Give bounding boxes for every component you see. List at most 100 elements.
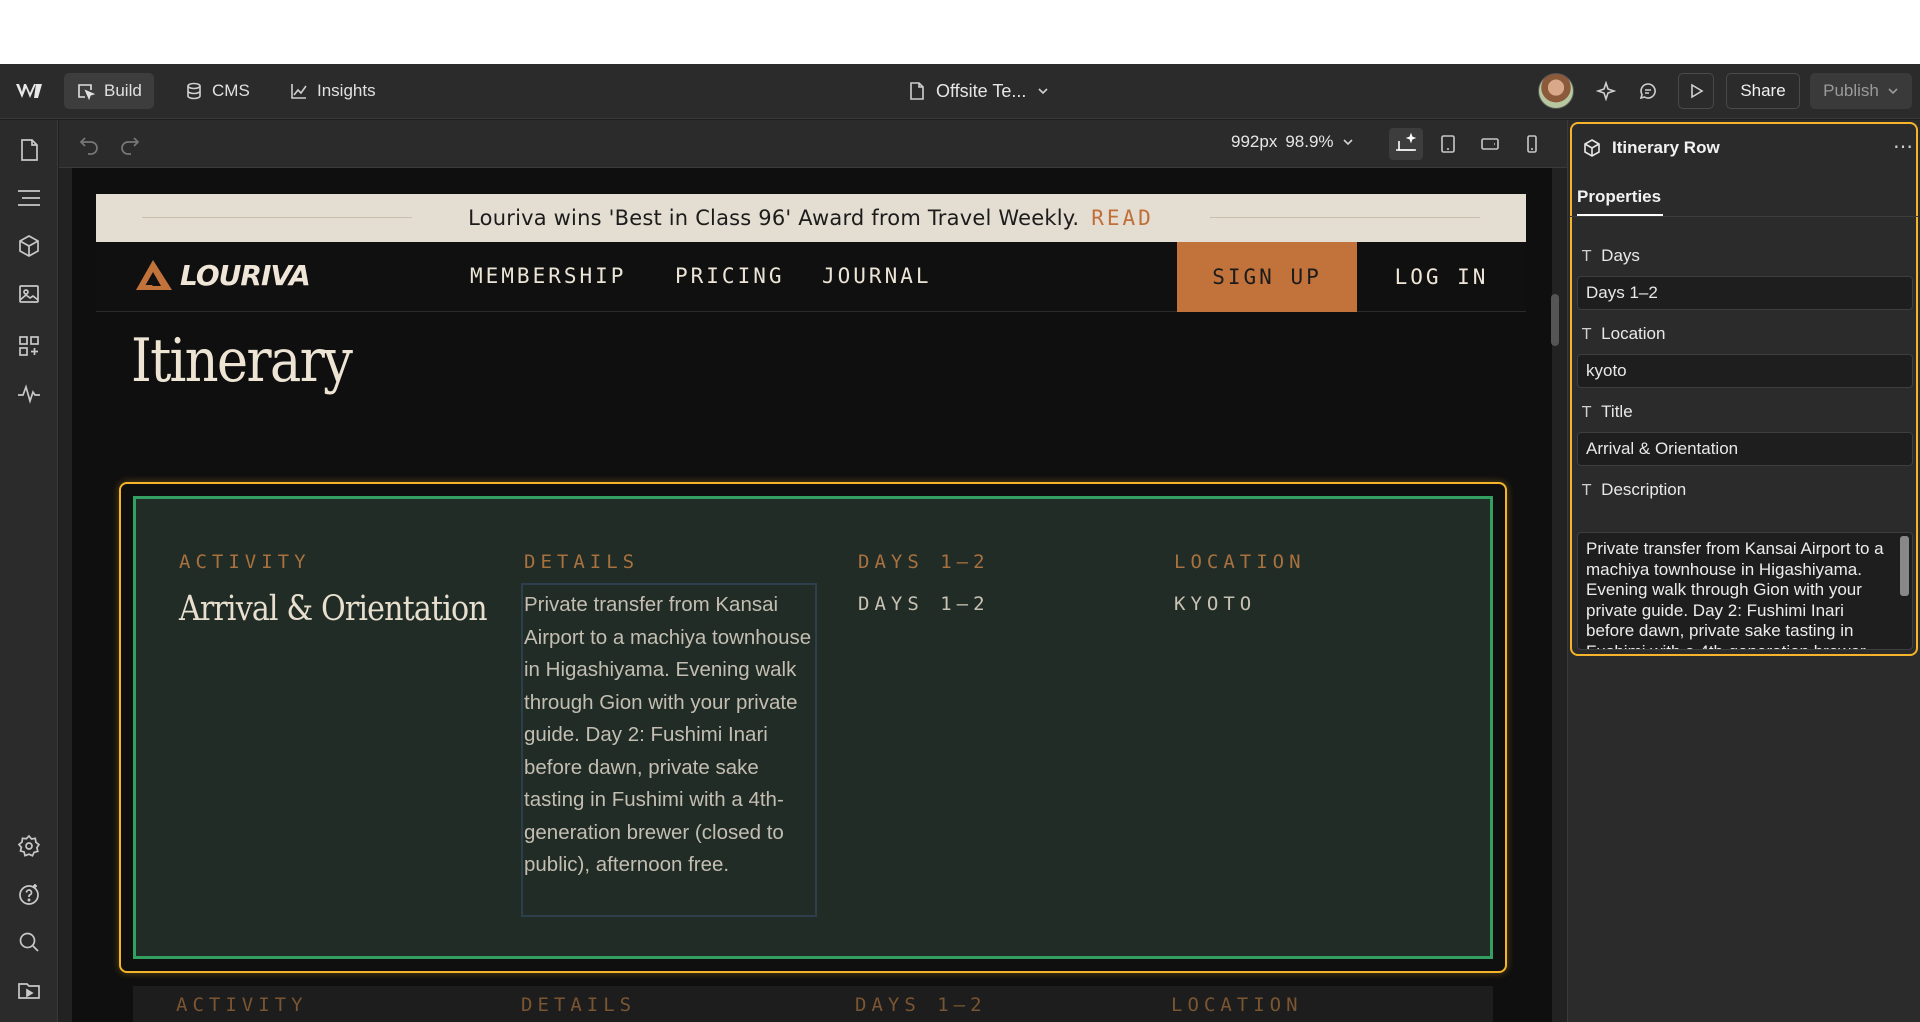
redo-icon[interactable] (118, 132, 142, 156)
tab-divider (1570, 216, 1918, 217)
canvas-size-readout[interactable]: 992px 98.9% (1231, 132, 1354, 152)
description-property-label: T Description (1582, 480, 1686, 500)
design-canvas[interactable]: Louriva wins 'Best in Class 96' Award fr… (59, 168, 1567, 1022)
breakpoint-desktop-button[interactable] (1389, 128, 1423, 160)
publish-button[interactable]: Publish (1810, 73, 1912, 109)
publish-label: Publish (1823, 81, 1879, 100)
details-description[interactable]: Private transfer from Kansai Airport to … (524, 589, 816, 882)
description-scrollbar[interactable] (1900, 536, 1909, 596)
ai-assistant-button[interactable] (1588, 73, 1624, 109)
user-avatar[interactable] (1538, 73, 1574, 109)
database-icon (187, 82, 201, 100)
announcement-rule-right (1210, 217, 1480, 218)
share-label: Share (1740, 81, 1786, 100)
page-heading[interactable]: Itinerary (131, 326, 353, 396)
text-type-icon: T (1582, 247, 1592, 265)
desktop-backdrop (0, 0, 1920, 64)
tab-cms[interactable]: CMS (172, 73, 262, 109)
canvas-width: 992px (1231, 132, 1278, 151)
brand-name: LOURIVA (180, 258, 311, 292)
component-header: Itinerary Row (1582, 138, 1720, 158)
title-label-text: Title (1601, 402, 1633, 421)
itinerary-row-next[interactable]: ACTIVITY DETAILS DAYS 1–2 LOCATION (133, 986, 1493, 1022)
desktop-star-icon (1396, 133, 1417, 151)
breakpoint-portrait-button[interactable] (1515, 128, 1549, 160)
signup-label: SIGN UP (1212, 265, 1322, 289)
text-type-icon: T (1582, 403, 1592, 421)
share-button[interactable]: Share (1726, 73, 1800, 109)
chart-line-icon (291, 84, 307, 99)
site-navbar: LOURIVA MEMBERSHIP PRICING JOURNAL SIGN … (96, 242, 1526, 312)
mobile-portrait-icon (1527, 135, 1537, 153)
video-tutorials-icon[interactable] (13, 974, 45, 1006)
announcement-text: Louriva wins 'Best in Class 96' Award fr… (468, 206, 1080, 230)
nav-membership[interactable]: MEMBERSHIP (470, 264, 626, 288)
tab-insights[interactable]: Insights (277, 73, 388, 109)
comments-button[interactable] (1630, 73, 1666, 109)
login-button[interactable]: LOG IN (1357, 242, 1526, 312)
text-type-icon: T (1582, 325, 1592, 343)
title-property-label: T Title (1582, 402, 1633, 422)
tab-properties[interactable]: Properties (1577, 187, 1661, 207)
apps-grid-icon[interactable] (13, 330, 45, 362)
location-property-label: T Location (1582, 324, 1665, 344)
properties-panel: Itinerary Row ⋯ Properties T Days Days 1… (1567, 120, 1920, 1022)
days-column-label: DAYS 1–2 (855, 994, 987, 1016)
days-label-text: Days (1601, 246, 1640, 265)
tab-build-label: Build (104, 81, 142, 100)
sparkle-icon (1596, 81, 1616, 101)
description-label-text: Description (1601, 480, 1687, 499)
days-field[interactable]: Days 1–2 (1577, 276, 1913, 310)
canvas-scrollbar[interactable] (1551, 294, 1559, 346)
mobile-landscape-icon (1481, 138, 1499, 150)
help-icon[interactable] (13, 878, 45, 910)
activity-column-label: ACTIVITY (179, 551, 311, 573)
assets-image-icon[interactable] (13, 278, 45, 310)
search-icon[interactable] (13, 926, 45, 958)
brand-logo[interactable]: LOURIVA (134, 258, 311, 292)
location-value[interactable]: KYOTO (1174, 593, 1256, 615)
title-field[interactable]: Arrival & Orientation (1577, 432, 1913, 466)
days-value[interactable]: DAYS 1–2 (858, 593, 990, 615)
nav-pricing[interactable]: PRICING (675, 264, 785, 288)
page-file-icon (910, 82, 924, 100)
description-field[interactable]: Private transfer from Kansai Airport to … (1577, 532, 1913, 650)
settings-gear-icon[interactable] (13, 830, 45, 862)
canvas-toolbar: 992px 98.9% (59, 120, 1567, 168)
undo-icon[interactable] (77, 132, 101, 156)
activity-pulse-icon[interactable] (13, 378, 45, 410)
page-selector[interactable]: Offsite Te... (908, 73, 1050, 109)
activity-title[interactable]: Arrival & Orientation (179, 589, 488, 629)
location-column-label: LOCATION (1171, 994, 1303, 1016)
nav-journal[interactable]: JOURNAL (822, 264, 932, 288)
login-label: LOG IN (1394, 265, 1489, 289)
breakpoint-tablet-button[interactable] (1431, 128, 1465, 160)
breakpoint-landscape-button[interactable] (1473, 128, 1507, 160)
signup-button[interactable]: SIGN UP (1177, 242, 1357, 312)
announcement-read-link[interactable]: READ (1091, 206, 1154, 230)
location-field[interactable]: kyoto (1577, 354, 1913, 388)
top-bar: Build CMS Insights Offsite Te... Share P… (0, 64, 1920, 119)
left-toolbar (0, 120, 58, 1022)
activity-column-label: ACTIVITY (176, 994, 308, 1016)
more-options-icon[interactable]: ⋯ (1893, 134, 1913, 159)
itinerary-row[interactable]: ACTIVITY DETAILS DAYS 1–2 LOCATION Arriv… (133, 496, 1493, 959)
webflow-logo-icon[interactable] (14, 78, 46, 104)
comment-icon (1639, 83, 1656, 100)
site-preview: Louriva wins 'Best in Class 96' Award fr… (72, 168, 1552, 1022)
navigator-icon[interactable] (13, 182, 45, 214)
tab-insights-label: Insights (317, 81, 376, 100)
chevron-down-icon (1342, 139, 1353, 146)
components-cube-icon[interactable] (13, 230, 45, 262)
preview-button[interactable] (1678, 73, 1714, 109)
tab-build[interactable]: Build (64, 73, 154, 109)
designer-app: Build CMS Insights Offsite Te... Share P… (0, 64, 1920, 1022)
pages-icon[interactable] (13, 134, 45, 166)
days-column-label: DAYS 1–2 (858, 551, 990, 573)
chevron-down-icon (1888, 88, 1898, 95)
details-column-label: DETAILS (524, 551, 640, 573)
component-cube-icon (1584, 139, 1600, 157)
location-label-text: Location (1601, 324, 1666, 343)
details-column-label: DETAILS (521, 994, 637, 1016)
component-name: Itinerary Row (1612, 138, 1720, 157)
